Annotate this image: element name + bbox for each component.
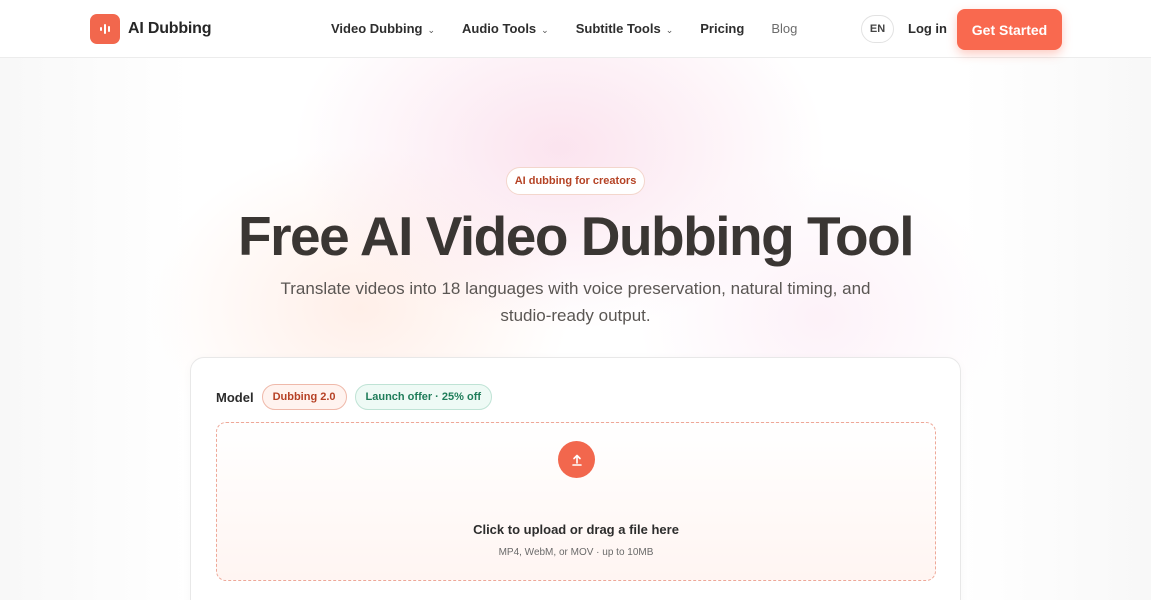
offer-badge: Launch offer · 25% off [354, 384, 493, 410]
hero-subtitle-line-2: studio-ready output. [500, 306, 651, 325]
upload-arrow-icon[interactable] [558, 441, 595, 478]
brand-name: AI Dubbing [128, 20, 212, 37]
nav-item-label: Audio Tools [462, 21, 537, 36]
brand-logo-link[interactable]: AI Dubbing [90, 14, 212, 44]
model-label: Model [216, 389, 254, 405]
nav-item-pricing[interactable]: Pricing [700, 21, 744, 36]
file-dropzone[interactable]: Click to upload or drag a file here MP4,… [216, 422, 936, 581]
side-shade-right [961, 58, 1151, 600]
nav-item-label: Video Dubbing [331, 21, 423, 36]
site-header: AI Dubbing Video Dubbing ⌄ Audio Tools ⌄… [0, 0, 1151, 58]
waveform-icon [90, 14, 120, 44]
dropzone-hint: MP4, WebM, or MOV · up to 10MB [498, 547, 654, 558]
nav-item-label: Pricing [700, 21, 745, 36]
side-shade-left [0, 58, 190, 600]
hero-tag-badge: AI dubbing for creators [506, 167, 645, 195]
page: AI Dubbing Video Dubbing ⌄ Audio Tools ⌄… [0, 0, 1151, 600]
chevron-down-icon: ⌄ [427, 24, 436, 35]
upload-card: Model Dubbing 2.0 Launch offer · 25% off… [190, 357, 961, 600]
model-row: Model Dubbing 2.0 Launch offer · 25% off [216, 384, 493, 410]
login-link[interactable]: Log in [908, 21, 947, 36]
nav-item-audio-tools[interactable]: Audio Tools ⌄ [462, 21, 549, 36]
get-started-button[interactable]: Get Started [957, 9, 1062, 50]
dropzone-title: Click to upload or drag a file here [473, 522, 679, 537]
hero-subtitle-line-1: Translate videos into 18 languages with … [280, 279, 871, 298]
nav-item-video-dubbing[interactable]: Video Dubbing ⌄ [331, 21, 435, 36]
page-title: Free AI Video Dubbing Tool [238, 205, 914, 267]
main-nav: Video Dubbing ⌄ Audio Tools ⌄ Subtitle T… [331, 21, 824, 36]
model-badge[interactable]: Dubbing 2.0 [261, 384, 347, 410]
nav-item-subtitle-tools[interactable]: Subtitle Tools ⌄ [576, 21, 674, 36]
chevron-down-icon: ⌄ [541, 24, 549, 35]
hero-subtitle: Translate videos into 18 languages with … [270, 275, 881, 329]
nav-item-label: Blog [771, 21, 798, 36]
language-switcher-button[interactable]: EN [861, 15, 894, 43]
nav-item-label: Subtitle Tools [575, 21, 661, 36]
nav-item-blog[interactable]: Blog [771, 21, 797, 36]
chevron-down-icon: ⌄ [665, 24, 674, 35]
